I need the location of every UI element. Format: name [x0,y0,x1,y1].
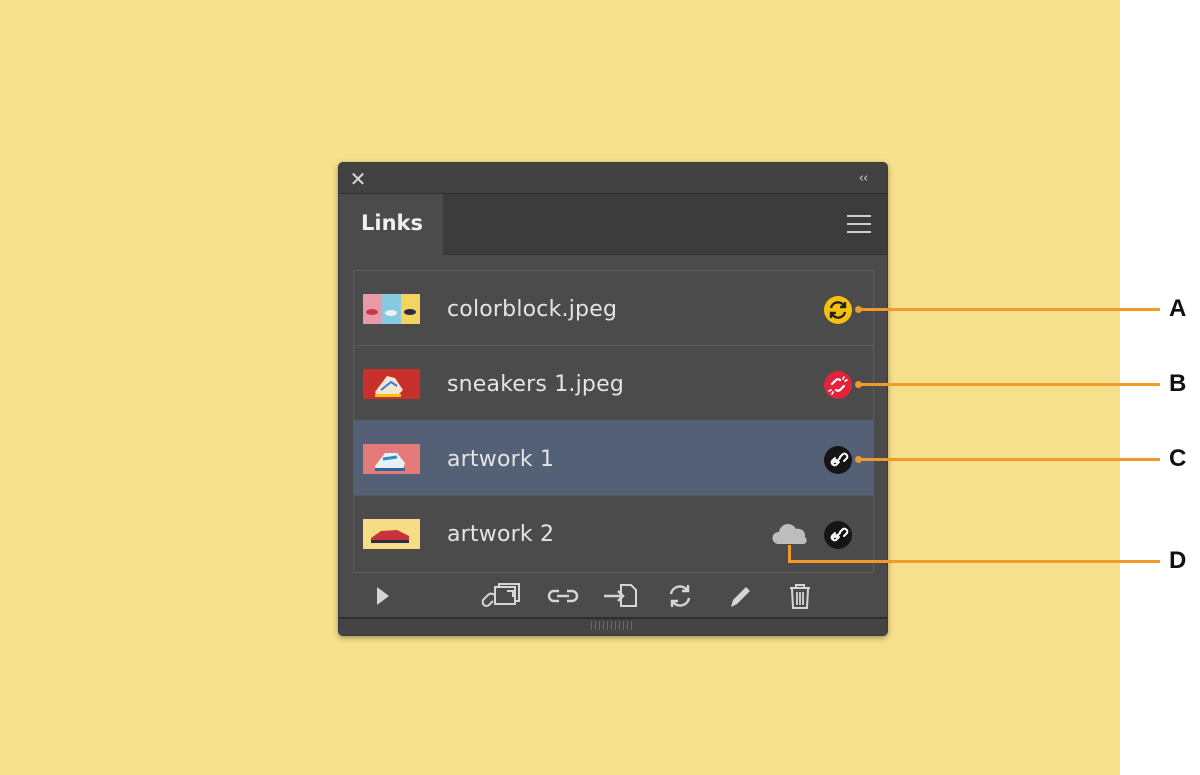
callout-d-label: D [1169,547,1187,574]
thumbnail-sneakers [363,369,420,399]
callout-b-label: B [1169,370,1187,397]
link-row-sneakers[interactable]: sneakers 1.jpeg [354,346,873,421]
show-link-info-icon[interactable] [373,581,393,611]
cloud-icon [770,520,812,550]
callout-d-line [788,560,1160,563]
edit-original-icon[interactable] [725,581,755,611]
resize-grip-icon[interactable] [591,621,635,630]
panel-resize-strip [339,617,887,635]
callout-c-label: C [1169,445,1187,472]
go-to-link-icon[interactable] [601,581,641,611]
link-name: colorblock.jpeg [447,297,618,322]
panel-titlebar: ✕ ‹‹ [339,163,887,194]
callout-b-line [858,383,1160,386]
missing-link-icon[interactable] [823,370,853,400]
panel-tabbar: Links [339,194,887,255]
library-link-icon[interactable] [823,520,853,550]
link-name: artwork 1 [447,447,555,472]
collapse-panel-icon[interactable]: ‹‹ [853,171,873,187]
links-list: colorblock.jpeg sneakers 1.jpeg artwork … [353,270,874,573]
callout-a-line [858,308,1160,311]
relink-from-cc-libraries-icon[interactable] [481,581,525,611]
thumbnail-artwork-1 [363,444,420,474]
callout-c-line [858,458,1160,461]
relink-icon[interactable] [545,581,581,611]
links-panel: ✕ ‹‹ Links colorblock.jpeg sneakers 1.jp… [338,162,888,636]
tab-links[interactable]: Links [339,194,443,255]
thumbnail-colorblock [363,294,420,324]
link-row-colorblock[interactable]: colorblock.jpeg [354,271,873,346]
panel-footer-toolbar [339,575,887,615]
callout-a-label: A [1169,295,1187,322]
hamburger-menu-icon[interactable] [847,215,871,233]
update-link-icon[interactable] [665,581,695,611]
link-name: sneakers 1.jpeg [447,372,624,397]
update-needed-icon[interactable] [823,295,853,325]
link-name: artwork 2 [447,522,555,547]
thumbnail-artwork-2 [363,519,420,549]
link-row-artwork-1[interactable]: artwork 1 [354,421,873,496]
close-icon[interactable]: ✕ [349,169,367,189]
library-link-icon[interactable] [823,445,853,475]
delete-icon[interactable] [785,581,815,611]
